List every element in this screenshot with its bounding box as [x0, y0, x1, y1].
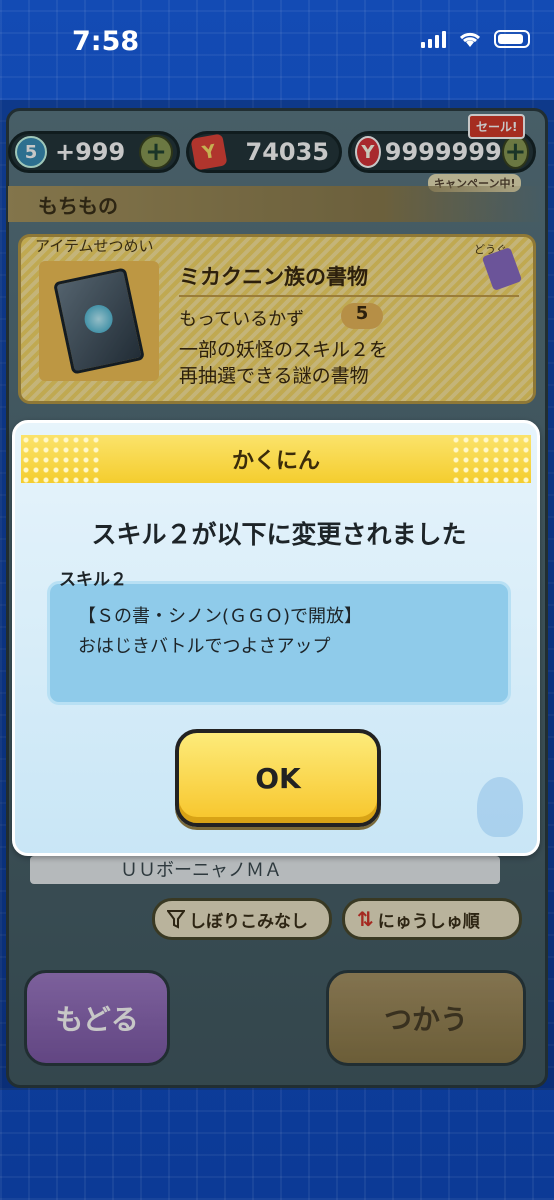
- ghost-icon: [477, 777, 523, 837]
- skill-box: 【Ｓの書・シノン(ＧＧＯ)で開放】 おはじきバトルでつよさアップ: [47, 581, 511, 705]
- ok-button[interactable]: OK: [175, 729, 381, 827]
- dialog-message: スキル２が以下に変更されました: [91, 520, 467, 549]
- status-time: 7:58: [72, 26, 140, 57]
- confirm-dialog: かくにん スキル２が以下に変更されました 【Ｓの書・シノン(ＧＧＯ)で開放】 お…: [12, 420, 540, 856]
- ok-label: OK: [255, 761, 301, 795]
- battery-icon: [494, 30, 530, 48]
- dialog-title: かくにん: [231, 449, 320, 474]
- status-bar: 7:58: [0, 0, 554, 100]
- signal-icon: [421, 30, 446, 48]
- wifi-icon: [459, 32, 481, 47]
- dialog-header: かくにん: [21, 435, 531, 483]
- skill-label: スキル２: [59, 570, 127, 590]
- skill-line2: おはじきバトルでつよさアップ: [78, 636, 331, 657]
- status-icons: [421, 30, 530, 48]
- skill-line1: 【Ｓの書・シノン(ＧＧＯ)で開放】: [78, 606, 363, 627]
